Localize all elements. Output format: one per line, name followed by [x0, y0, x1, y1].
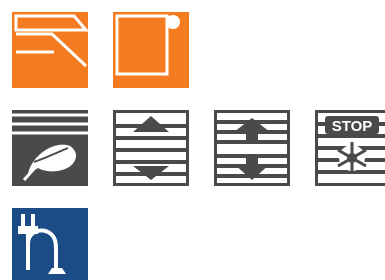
awning-blind-icon[interactable]: [12, 12, 88, 88]
blinds-feather-icon[interactable]: [12, 110, 88, 186]
blinds-move-icon[interactable]: [214, 110, 290, 186]
blinds-up-down-icon[interactable]: [113, 110, 189, 186]
blinds-stop-frost-icon[interactable]: STOP: [315, 110, 385, 186]
stop-label: STOP: [332, 118, 373, 135]
power-plug-icon[interactable]: [12, 208, 88, 280]
roller-blind-sensor-icon[interactable]: [113, 12, 189, 88]
